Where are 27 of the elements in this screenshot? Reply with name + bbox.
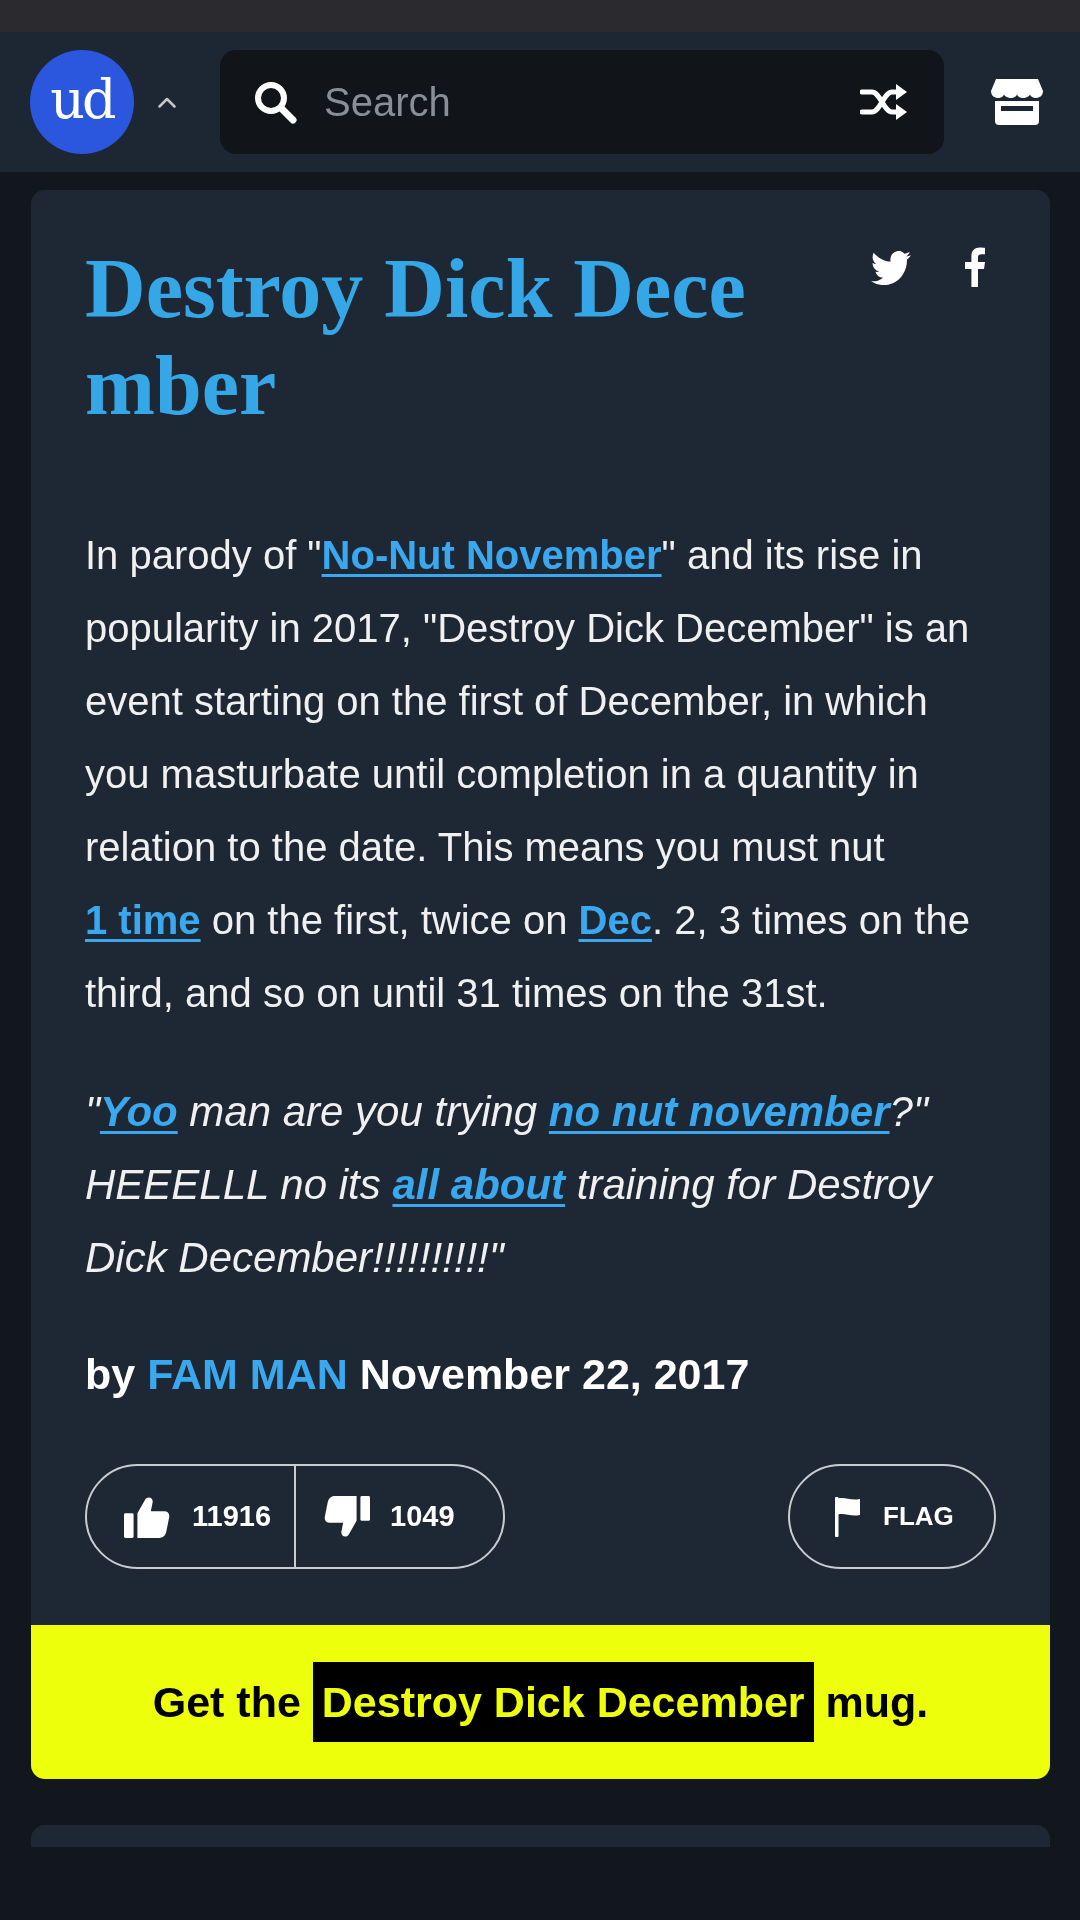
mug-banner[interactable]: Get the Destroy Dick December mug.: [31, 1625, 1050, 1779]
definition-link[interactable]: Dec: [578, 898, 652, 942]
bird-icon[interactable]: [871, 251, 911, 285]
search-field[interactable]: Search: [220, 50, 944, 154]
byline-text: by FAM MAN November 22, 2017: [85, 1349, 751, 1400]
flag-button[interactable]: FLAG: [788, 1464, 996, 1569]
definition-text: In parody of "No-Nut November" and its rise in popularity in 2017, "Destroy Dick December" is an event starting on the first of December, in which you masturbate until completion in a quantity in relation to the date. This means you must nut 1 time on the first, twice on Dec. 2, 3 times on the third, and so on until 31 times on the 31st.: [85, 532, 971, 1017]
upvote-button[interactable]: 11916: [87, 1466, 296, 1567]
example-link[interactable]: all about: [392, 1161, 566, 1208]
downvote-button[interactable]: 1049: [296, 1466, 503, 1567]
definition-title[interactable]: Destroy Dick December: [85, 240, 785, 434]
example-text: "Yoo man are you trying no nut november?" HEEELLL no its all about training for Destroy Dick December!!!!!!!!!!": [85, 1087, 935, 1283]
chevron-up-icon[interactable]: [158, 96, 176, 108]
shuffle-icon[interactable]: [860, 82, 908, 122]
definition-link[interactable]: 1 time: [85, 898, 201, 942]
thumbs-up-icon: [124, 1495, 170, 1538]
store-icon[interactable]: [991, 79, 1043, 125]
search-icon: [253, 80, 297, 124]
search-input[interactable]: Search: [324, 77, 860, 127]
author-link[interactable]: FAM MAN: [147, 1350, 348, 1398]
thumbs-down-icon: [324, 1495, 370, 1538]
mug-name-highlight: Destroy Dick December: [312, 1662, 814, 1742]
flag-icon: [835, 1496, 861, 1537]
facebook-icon[interactable]: [965, 247, 985, 287]
example-link[interactable]: no nut november: [548, 1088, 890, 1135]
logo-button[interactable]: ud: [30, 50, 134, 154]
definition-link[interactable]: No-Nut November: [321, 533, 662, 577]
